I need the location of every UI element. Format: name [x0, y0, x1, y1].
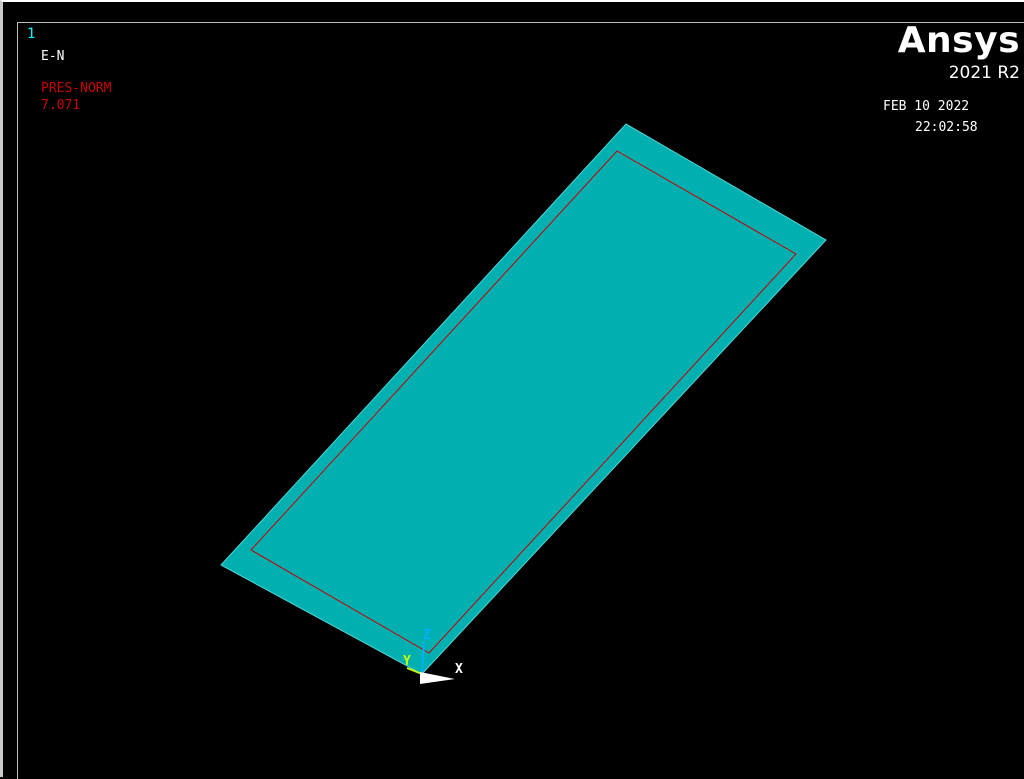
plate-element[interactable]	[220, 123, 827, 675]
element-numbering-label: E-N	[41, 49, 65, 64]
plot-date: FEB 10 2022	[883, 99, 970, 114]
triad-x-label: X	[455, 662, 463, 677]
triad-z-label: Z	[423, 628, 431, 643]
triad-x-axis	[420, 672, 455, 684]
ansys-version: 2021 R2	[948, 63, 1020, 83]
model-view[interactable]: Z Y X	[3, 2, 1024, 779]
load-symbol-value: 7.071	[41, 98, 81, 113]
ansys-logo: Ansys	[897, 20, 1020, 61]
plot-time: 22:02:58	[915, 120, 978, 135]
graphics-window[interactable]: Z Y X 1 PRES-NORM E-N PRES-NORM 7.071 An…	[0, 0, 1024, 779]
window-number: 1	[27, 26, 36, 42]
load-symbol-label: PRES-NORM	[41, 81, 112, 96]
triad-y-label: Y	[403, 654, 411, 669]
